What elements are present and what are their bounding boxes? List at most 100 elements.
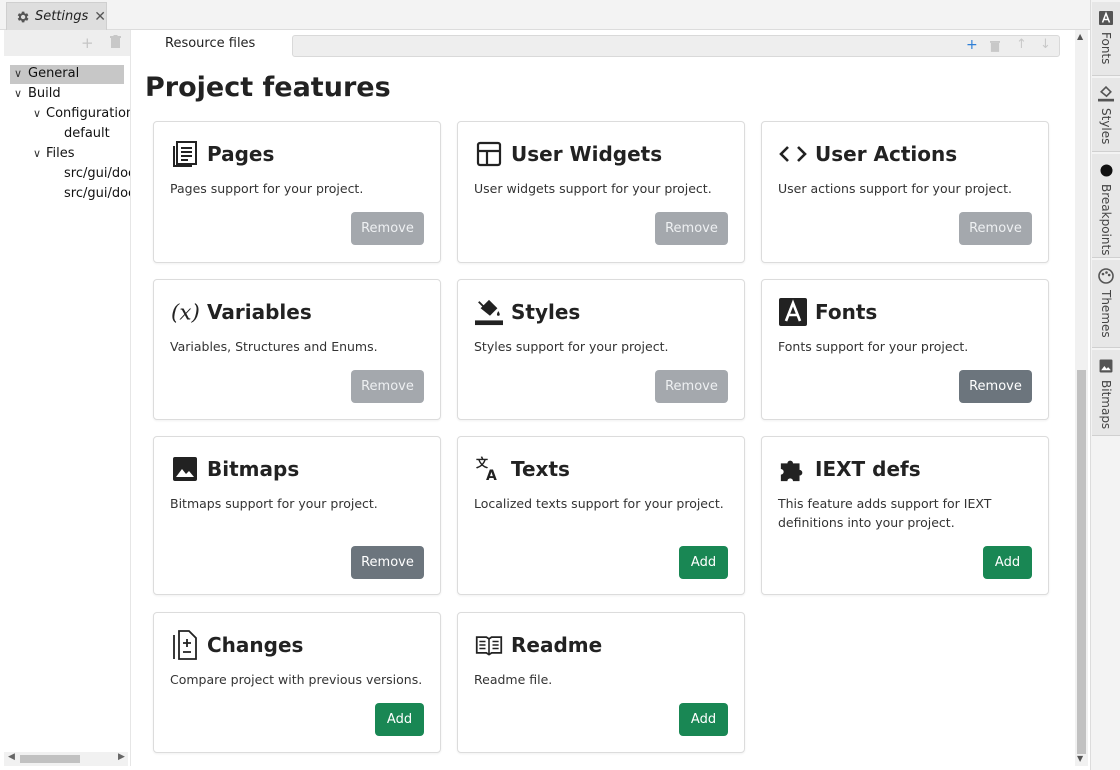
- chevron-down-icon[interactable]: ∨: [12, 64, 24, 83]
- remove-variables-button[interactable]: Remove: [351, 370, 424, 403]
- add-changes-button[interactable]: Add: [375, 703, 424, 736]
- card-title: Variables: [207, 300, 312, 324]
- tree-item-default[interactable]: default: [4, 124, 130, 144]
- remove-fonts-button[interactable]: Remove: [959, 370, 1032, 403]
- user-widgets-icon: [475, 140, 503, 168]
- resource-files-label[interactable]: Resource files: [165, 36, 255, 51]
- add-iext-defs-button[interactable]: Add: [983, 546, 1032, 579]
- remove-styles-button[interactable]: Remove: [655, 370, 728, 403]
- palette-icon: [1098, 268, 1114, 284]
- paint-bucket-icon: [1098, 86, 1114, 102]
- scroll-right-icon[interactable]: ▶: [118, 752, 125, 762]
- remove-user-actions-button[interactable]: Remove: [959, 212, 1032, 245]
- tree-item-files[interactable]: ∨ Files: [4, 144, 130, 164]
- font-icon: [1098, 10, 1114, 26]
- book-icon: [475, 631, 503, 659]
- tree-item-label: Build: [28, 86, 61, 101]
- tab-settings[interactable]: Settings ✕: [6, 2, 107, 30]
- tab-strip: Settings ✕: [0, 0, 1090, 30]
- card-description: Localized texts support for your project…: [474, 496, 724, 511]
- scroll-down-icon[interactable]: ▼: [1077, 754, 1083, 763]
- tree-toolbar: +: [4, 30, 130, 56]
- feature-card-styles: Styles Styles support for your project. …: [457, 279, 745, 420]
- chevron-down-icon[interactable]: ∨: [31, 104, 43, 123]
- feature-card-bitmaps: Bitmaps Bitmaps support for your project…: [153, 436, 441, 595]
- tree-item-general[interactable]: ∨ General: [4, 64, 130, 84]
- card-description: Readme file.: [474, 672, 553, 687]
- font-icon: [779, 298, 807, 326]
- puzzle-icon: [779, 455, 807, 483]
- add-texts-button[interactable]: Add: [679, 546, 728, 579]
- dock-tab-themes[interactable]: Themes: [1092, 260, 1120, 348]
- scrollbar-thumb[interactable]: [1077, 370, 1086, 754]
- tree-item-label: default: [64, 126, 110, 141]
- image-icon: [171, 455, 199, 483]
- card-description: Bitmaps support for your project.: [170, 496, 378, 511]
- feature-card-readme: Readme Readme file. Add: [457, 612, 745, 753]
- feature-card-user-widgets: User Widgets User widgets support for yo…: [457, 121, 745, 263]
- dock-tab-breakpoints[interactable]: Breakpoints: [1092, 154, 1120, 258]
- remove-user-widgets-button[interactable]: Remove: [655, 212, 728, 245]
- tree-item-label: Files: [46, 146, 75, 161]
- close-icon[interactable]: ✕: [94, 9, 106, 25]
- card-title: Bitmaps: [207, 457, 300, 481]
- feature-card-variables: (x) Variables Variables, Structures and …: [153, 279, 441, 420]
- chevron-down-icon[interactable]: ∨: [31, 144, 43, 163]
- tab-settings-label: Settings: [34, 9, 89, 24]
- tree-item-configurations[interactable]: ∨ Configurations: [4, 104, 130, 124]
- card-title: User Actions: [815, 142, 958, 166]
- vertical-scrollbar[interactable]: ▲ ▼: [1075, 30, 1088, 766]
- scroll-left-icon[interactable]: ◀: [8, 752, 15, 762]
- tree-item-file[interactable]: src/gui/document.xml: [4, 164, 130, 184]
- add-icon[interactable]: +: [81, 34, 94, 52]
- dock-tab-fonts[interactable]: Fonts: [1092, 2, 1120, 76]
- paint-bucket-icon: [475, 298, 503, 326]
- card-description: User widgets support for your project.: [474, 181, 712, 196]
- chevron-down-icon[interactable]: ∨: [12, 84, 24, 103]
- dock-tab-bitmaps[interactable]: Bitmaps: [1092, 350, 1120, 436]
- feature-card-texts: 文A Texts Localized texts support for you…: [457, 436, 745, 595]
- scroll-up-icon[interactable]: ▲: [1077, 32, 1083, 41]
- variables-icon: (x): [171, 298, 199, 326]
- image-icon: [1098, 358, 1114, 374]
- trash-icon[interactable]: [110, 35, 121, 52]
- card-title: Changes: [207, 633, 304, 657]
- horizontal-scrollbar[interactable]: ◀ ▶: [4, 752, 128, 766]
- add-icon[interactable]: +: [966, 37, 978, 53]
- dock-label: Bitmaps: [1099, 380, 1113, 430]
- gear-icon: [17, 11, 29, 22]
- project-tree-panel: + ∨ General ∨ Build ∨ Configurations def…: [4, 30, 131, 766]
- scrollbar-thumb[interactable]: [20, 755, 80, 763]
- right-dock: Fonts Styles Breakpoints Themes Bitmaps: [1090, 0, 1120, 770]
- feature-card-pages: Pages Pages support for your project. Re…: [153, 121, 441, 263]
- card-description: Pages support for your project.: [170, 181, 364, 196]
- tree-item-label: src/gui/document.xml: [64, 166, 130, 181]
- resource-files-toolbar: + ↑ ↓: [292, 35, 1060, 57]
- settings-main: Resource files + ↑ ↓ Project features Pa…: [133, 30, 1075, 766]
- arrow-up-icon[interactable]: ↑: [1016, 37, 1027, 52]
- svg-text:A: A: [486, 468, 497, 482]
- tree-item-file[interactable]: src/gui/document.json: [4, 184, 130, 204]
- tree-item-build[interactable]: ∨ Build: [4, 84, 130, 104]
- card-title: User Widgets: [511, 142, 663, 166]
- dock-tab-styles[interactable]: Styles: [1092, 78, 1120, 152]
- card-description: Fonts support for your project.: [778, 339, 969, 354]
- feature-card-fonts: Fonts Fonts support for your project. Re…: [761, 279, 1049, 420]
- feature-card-iext-defs: IEXT defs This feature adds support for …: [761, 436, 1049, 595]
- card-description: Styles support for your project.: [474, 339, 669, 354]
- feature-card-user-actions: User Actions User actions support for yo…: [761, 121, 1049, 263]
- card-description: Variables, Structures and Enums.: [170, 339, 378, 354]
- remove-pages-button[interactable]: Remove: [351, 212, 424, 245]
- tree-item-label: General: [28, 66, 80, 81]
- trash-icon[interactable]: [990, 40, 1000, 56]
- arrow-down-icon[interactable]: ↓: [1040, 37, 1051, 52]
- file-diff-icon: [171, 630, 199, 660]
- svg-text:(x): (x): [171, 300, 199, 325]
- add-readme-button[interactable]: Add: [679, 703, 728, 736]
- circle-icon: [1098, 162, 1114, 178]
- page-title: Project features: [145, 72, 391, 103]
- remove-bitmaps-button[interactable]: Remove: [351, 546, 424, 579]
- code-icon: [779, 140, 807, 168]
- card-title: Readme: [511, 633, 603, 657]
- dock-label: Styles: [1099, 108, 1113, 145]
